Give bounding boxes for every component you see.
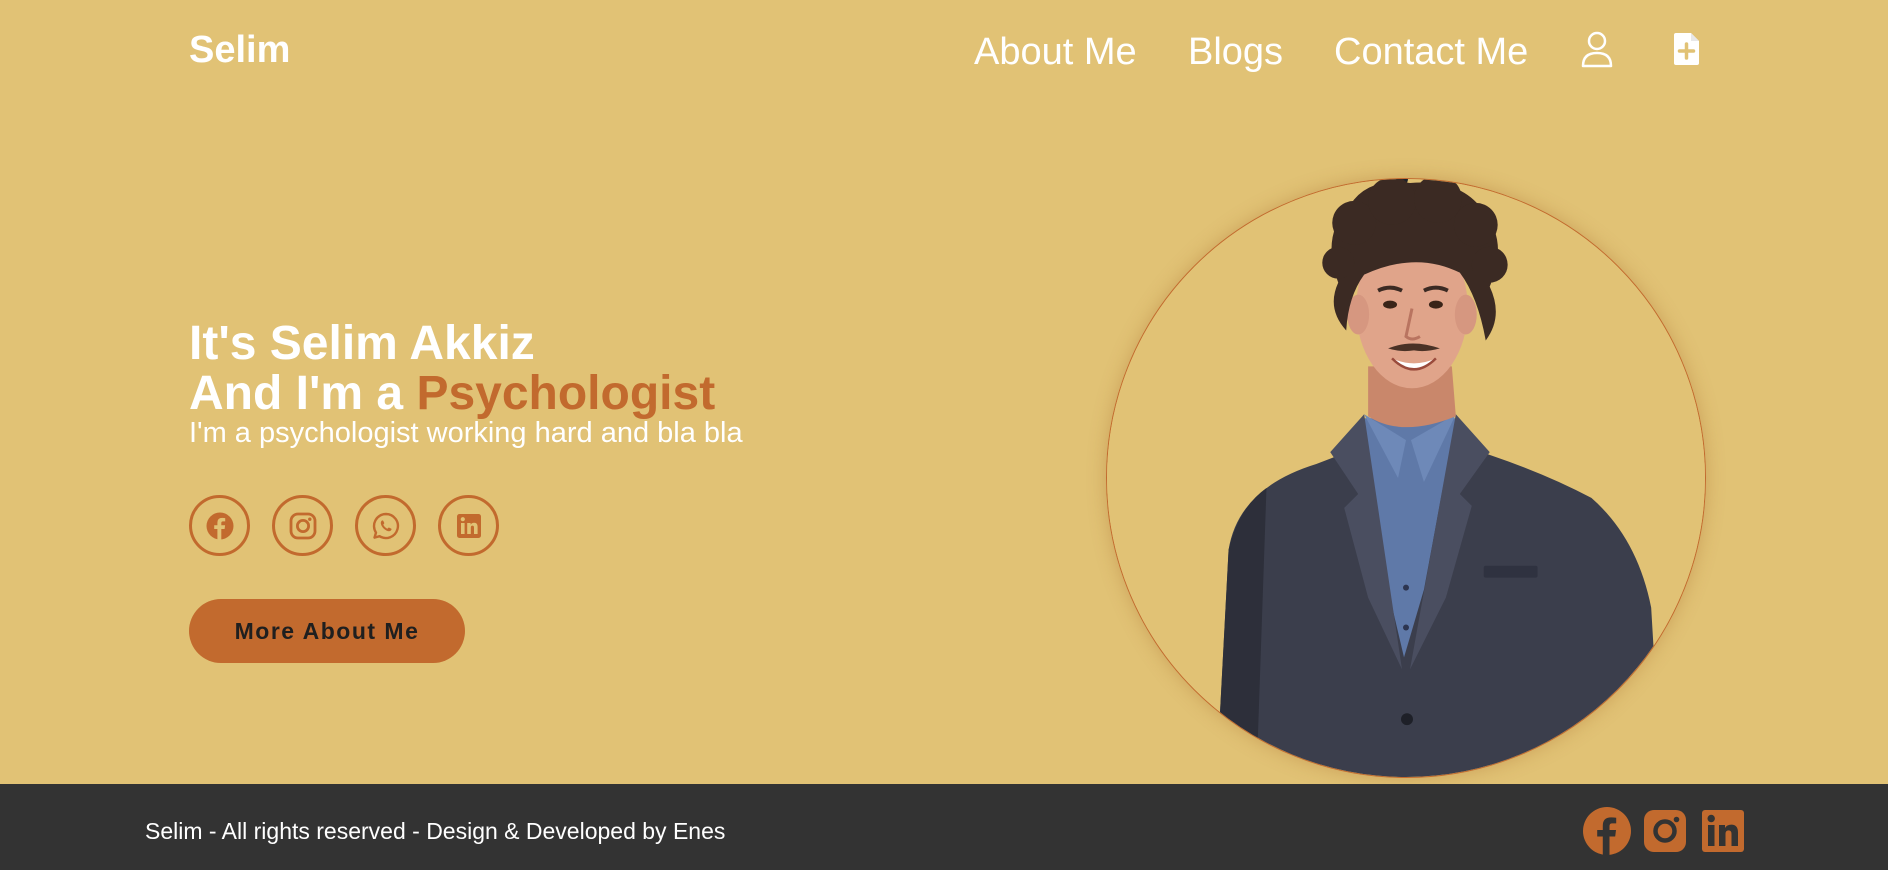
hero-subtitle: I'm a psychologist working hard and bla … [189,417,743,449]
profile-photo [1106,178,1706,778]
whatsapp-icon[interactable] [355,495,416,556]
social-links [189,495,499,556]
portrait-illustration [1107,179,1705,777]
nav-about-me[interactable]: About Me [974,31,1137,74]
footer-copyright: Selim - All rights reserved - Design & D… [145,818,726,844]
hero-title-line1: It's Selim Akkiz [189,317,535,370]
nav-blogs[interactable]: Blogs [1188,31,1283,74]
site-footer: Selim - All rights reserved - Design & D… [0,784,1888,870]
hero-title-accent: Psychologist [416,367,716,420]
facebook-icon[interactable] [189,495,250,556]
footer-facebook-icon[interactable] [1582,806,1632,856]
site-header: Selim About Me Blogs Contact Me [0,0,1888,110]
user-icon[interactable] [1580,30,1614,68]
more-about-me-button[interactable]: More About Me [189,599,465,663]
site-logo[interactable]: Selim [189,29,290,72]
footer-linkedin-icon[interactable] [1698,806,1748,856]
instagram-icon[interactable] [272,495,333,556]
hero-title-line2: And I'm a Psychologist [189,366,715,421]
footer-instagram-icon[interactable] [1640,806,1690,856]
linkedin-icon[interactable] [438,495,499,556]
nav-contact-me[interactable]: Contact Me [1334,31,1528,74]
file-plus-icon[interactable] [1670,30,1704,68]
hero-title-prefix: And I'm a [189,367,417,420]
